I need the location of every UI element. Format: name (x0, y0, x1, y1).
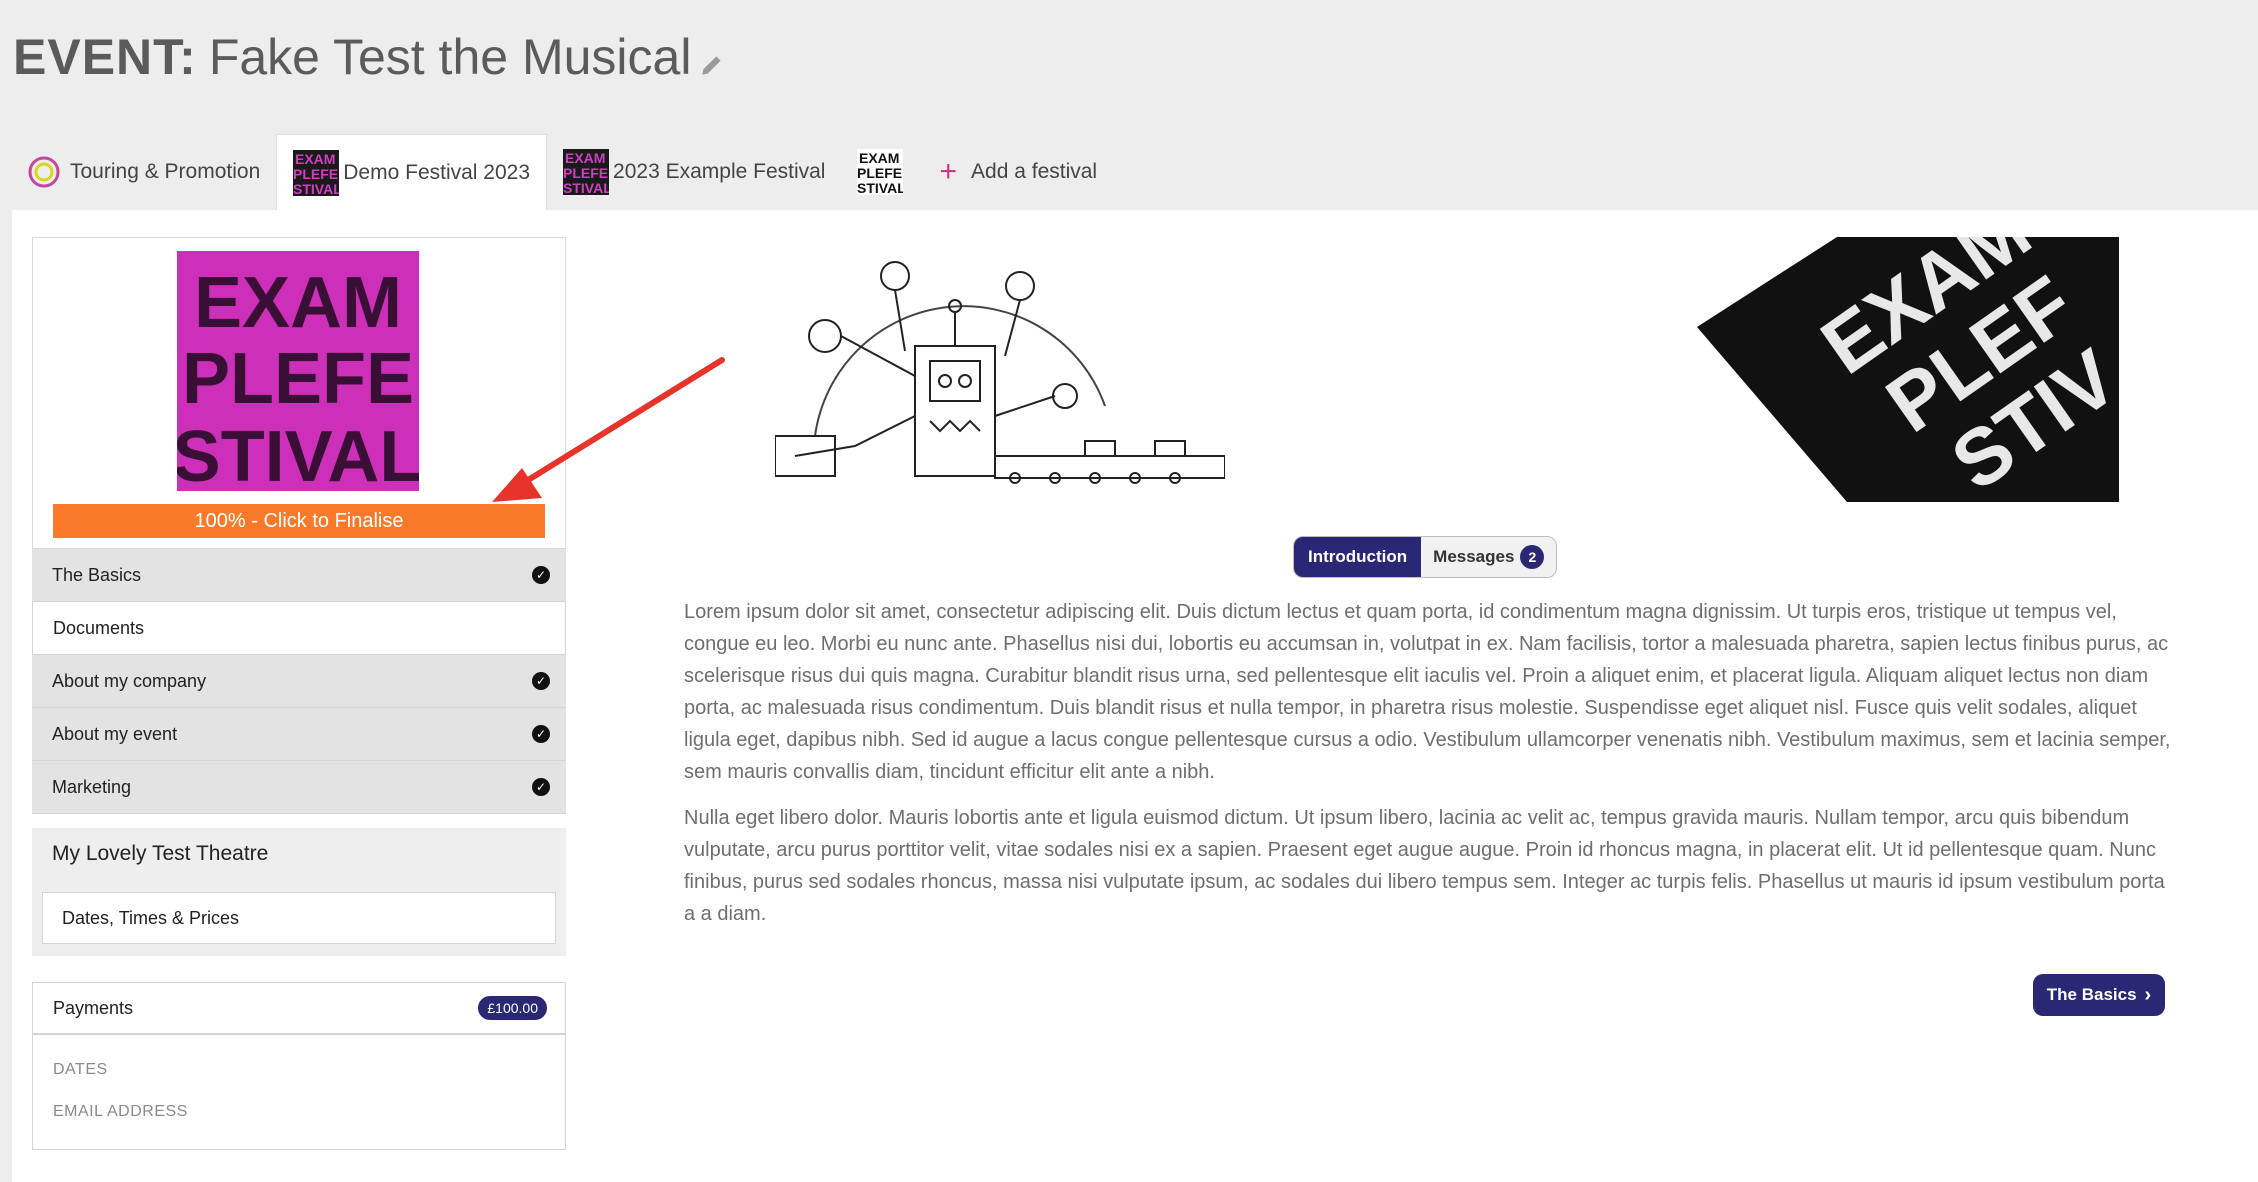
venue-title: My Lovely Test Theatre (52, 842, 269, 865)
finalise-label: 100% - Click to Finalise (194, 509, 404, 532)
sidebar-item-about-my-event[interactable]: About my event ✓ (32, 708, 566, 761)
festival-logo: EXAM PLEFE STIVAL (177, 251, 419, 491)
robot-illustration (775, 261, 1225, 484)
check-circle-icon: ✓ (532, 566, 550, 584)
payments-card: Payments £100.00 DATES EMAIL ADDRESS (32, 982, 566, 1150)
tab-bw-festival[interactable]: EXAM PLEFE STIVAL (841, 134, 923, 210)
sidebar-item-documents[interactable]: Documents (32, 602, 566, 655)
tab-introduction[interactable]: Introduction (1294, 537, 1422, 577)
next-button-label: The Basics (2046, 985, 2137, 1004)
tab-messages-label: Messages (1433, 547, 1515, 566)
event-name: Fake Test the Musical (208, 29, 692, 85)
intro-paragraph-2: Nulla eget libero dolor. Mauris lobortis… (684, 807, 2165, 925)
svg-text:STIVAL: STIVAL (293, 181, 339, 196)
ring-icon (28, 156, 60, 188)
payments-dates-label: DATES (53, 1061, 108, 1078)
sidebar-item-about-my-company[interactable]: About my company ✓ (32, 655, 566, 708)
sidebar-item-label: About my event (52, 723, 178, 744)
intro-messages-toggle: Introduction Messages 2 (1293, 536, 1558, 578)
message-count-badge: 2 (1520, 545, 1545, 569)
page-title-label: EVENT: (13, 29, 197, 85)
check-circle-icon: ✓ (532, 725, 550, 743)
dates-times-prices-button[interactable]: Dates, Times & Prices (42, 892, 556, 944)
svg-text:EXAM: EXAM (859, 150, 899, 166)
annotation-arrow (492, 357, 725, 502)
svg-text:PLEFE: PLEFE (563, 165, 608, 181)
venue-card: My Lovely Test Theatre Dates, Times & Pr… (32, 828, 566, 956)
tab-label: 2023 Example Festival (613, 160, 826, 183)
tab-2023-example-festival[interactable]: EXAM PLEFE STIVAL 2023 Example Festival (547, 134, 841, 210)
chevron-right-icon: › (2144, 983, 2152, 1006)
payments-email-label: EMAIL ADDRESS (53, 1103, 188, 1120)
svg-text:STIVAL: STIVAL (857, 180, 903, 195)
svg-text:PLEFE: PLEFE (857, 165, 902, 181)
festival-logo-icon: EXAM PLEFE STIVAL (293, 149, 340, 196)
svg-text:STIVAL: STIVAL (563, 180, 609, 195)
tab-label: Add a festival (971, 160, 1098, 183)
tab-demo-festival-2023[interactable]: EXAM PLEFE STIVAL Demo Festival 2023 (276, 134, 548, 210)
tab-add-festival[interactable]: + Add a festival (923, 134, 1113, 210)
logo-line-3: STIVAL (177, 417, 419, 491)
svg-text:EXAM: EXAM (565, 150, 605, 166)
check-circle-icon: ✓ (532, 672, 550, 690)
festival-banner-image: EXAM PLEF STIV (1697, 237, 2119, 502)
payments-label: Payments (53, 997, 134, 1018)
pencil-icon[interactable] (699, 52, 725, 78)
sidebar-item-the-basics[interactable]: The Basics ✓ (32, 549, 566, 602)
plus-icon: + (939, 155, 958, 188)
finalise-progress-button[interactable]: 100% - Click to Finalise (53, 504, 545, 538)
intro-paragraph-1: Lorem ipsum dolor sit amet, consectetur … (684, 601, 2171, 783)
sidebar-item-label: The Basics (52, 564, 142, 585)
payment-amount-badge: £100.00 (478, 996, 547, 1020)
tab-messages[interactable]: Messages 2 (1421, 537, 1556, 577)
next-the-basics-button[interactable]: The Basics › (2033, 974, 2165, 1016)
festival-tabs: Touring & Promotion EXAM PLEFE STIVAL De… (12, 134, 1113, 210)
check-circle-icon: ✓ (532, 778, 550, 796)
payments-header[interactable]: Payments £100.00 (33, 983, 565, 1035)
festival-logo-bw-icon: EXAM PLEFE STIVAL (857, 149, 904, 195)
festival-logo-icon: EXAM PLEFE STIVAL (563, 149, 610, 195)
svg-text:PLEFE: PLEFE (293, 166, 338, 182)
logo-line-1: EXAM (194, 263, 402, 343)
sidebar-item-label: Marketing (52, 776, 132, 797)
sidebar-item-marketing[interactable]: Marketing ✓ (32, 761, 566, 814)
tab-label: Demo Festival 2023 (343, 160, 531, 184)
sidebar-item-label: Documents (53, 617, 145, 638)
svg-text:EXAM: EXAM (295, 151, 335, 167)
sidebar-item-label: About my company (52, 670, 207, 691)
introduction-content: Lorem ipsum dolor sit amet, consectetur … (684, 596, 2178, 944)
main-panel: EXAM PLEFE STIVAL 100% - Click to Finali… (12, 210, 2258, 1182)
dates-times-prices-label: Dates, Times & Prices (62, 907, 240, 928)
tab-introduction-label: Introduction (1308, 547, 1408, 566)
page-title: EVENT: Fake Test the Musical (13, 28, 725, 86)
payments-body: DATES EMAIL ADDRESS (33, 1035, 565, 1149)
tab-label: Touring & Promotion (70, 160, 261, 183)
logo-line-2: PLEFE (182, 339, 414, 419)
tab-touring-promotion[interactable]: Touring & Promotion (12, 134, 276, 210)
